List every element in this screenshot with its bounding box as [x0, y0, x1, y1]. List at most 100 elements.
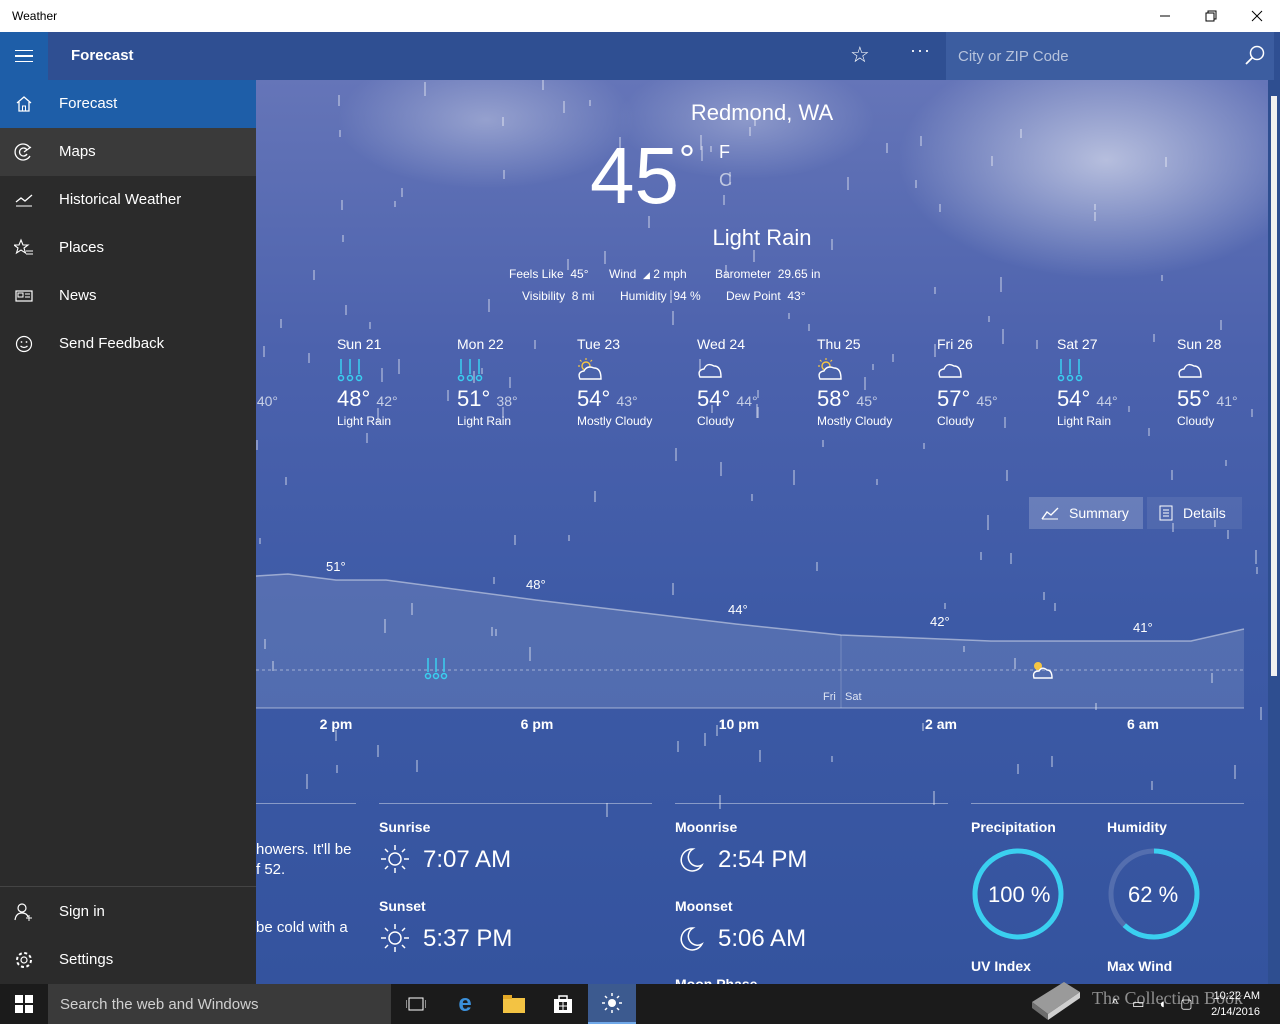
day-low: 45° [976, 393, 998, 409]
title-bar: Weather [0, 0, 1280, 32]
sidebar-item-historical-weather[interactable]: Historical Weather [0, 176, 256, 224]
raindrop [991, 156, 993, 166]
rain-icon [337, 359, 363, 382]
time-label: 2 pm [319, 716, 353, 732]
time-label: 6 pm [520, 716, 554, 732]
raindrop [915, 180, 917, 188]
raindrop [1165, 157, 1167, 167]
book-logo-icon [1032, 982, 1080, 1020]
scrollbar[interactable] [1268, 80, 1280, 984]
day-high: 54° [577, 386, 611, 411]
store-icon [554, 995, 572, 1013]
daily-forecast-day[interactable]: 0 40°unny [256, 336, 326, 428]
file-explorer-button[interactable] [490, 984, 538, 1024]
raindrop [1151, 781, 1153, 790]
raindrop [377, 745, 379, 757]
weather-app-button[interactable] [588, 984, 636, 1024]
raindrop [675, 448, 677, 461]
day-high: 58° [817, 386, 851, 411]
close-icon [1251, 10, 1263, 22]
taskbar-search-box[interactable]: Search the web and Windows [48, 984, 391, 1024]
raindrop [1094, 204, 1096, 210]
humidity-label: Humidity [1107, 819, 1167, 835]
unit-fahrenheit[interactable]: F [719, 142, 730, 163]
day-name: Fri 26 [937, 336, 973, 352]
day-temps: 55° 41° [1177, 386, 1268, 412]
sidebar-item-maps[interactable]: Maps [0, 128, 256, 176]
summary-button[interactable]: Summary [1029, 497, 1143, 529]
sidebar-item-places[interactable]: Places [0, 224, 256, 272]
windows-logo-icon [15, 995, 33, 1013]
edge-browser-button[interactable]: e [441, 984, 489, 1024]
restore-button[interactable] [1188, 0, 1234, 32]
raindrop [594, 491, 596, 502]
daily-forecast-day[interactable]: Sun 21 48° 42° Light Rain [337, 336, 447, 428]
start-button[interactable] [0, 984, 48, 1024]
daily-forecast-day[interactable]: Sat 27 54° 44° Light Rain [1057, 336, 1167, 428]
scrollbar-thumb[interactable] [1271, 96, 1277, 676]
cloud-icon [1178, 363, 1202, 378]
day-temps: 51° 38° [457, 386, 567, 412]
sidebar-item-news[interactable]: News [0, 272, 256, 320]
network-icon: ▭ [1132, 996, 1145, 1011]
system-tray[interactable]: ^ ▭ ◖ ▢ [1112, 996, 1193, 1012]
volume-icon: ◖ [1158, 996, 1167, 1011]
app-header: Forecast ☆ ··· City or ZIP Code [0, 32, 1280, 80]
raindrop [542, 80, 544, 90]
rain-icon [457, 359, 483, 382]
daily-forecast-day[interactable]: Sun 28 55° 41° Cloudy [1177, 336, 1268, 428]
raindrop [280, 319, 282, 328]
line-chart-icon [1041, 507, 1059, 520]
day-weather-icon [817, 358, 927, 384]
day-condition: Cloudy [1177, 414, 1215, 428]
day-weather-icon [937, 358, 1047, 384]
chevron-up-icon: ^ [1112, 996, 1119, 1011]
day-temps: 54° 43° [577, 386, 687, 412]
daily-forecast-day[interactable]: Tue 23 54° 43° Mostly Cloudy [577, 336, 687, 428]
max-wind-label: Max Wind [1107, 958, 1173, 974]
daily-forecast-day[interactable]: Mon 22 51° 38° Light Rain [457, 336, 567, 428]
close-button[interactable] [1234, 0, 1280, 32]
day-condition: Mostly Cloudy [577, 414, 653, 428]
day-low: 40° [256, 393, 278, 409]
search-box[interactable]: City or ZIP Code [946, 32, 1274, 80]
store-button[interactable] [539, 984, 587, 1024]
raindrop [753, 250, 755, 262]
sidebar-item-sign-in[interactable]: Sign in [0, 888, 256, 936]
daily-forecast-day[interactable]: Fri 26 57° 45° Cloudy [937, 336, 1047, 428]
search-input[interactable]: City or ZIP Code [958, 48, 1069, 65]
minimize-button[interactable] [1142, 0, 1188, 32]
details-list-icon [1159, 505, 1173, 521]
system-clock[interactable]: 10:22 AM 2/14/2016 [1211, 988, 1260, 1020]
day-condition: Mostly Cloudy [817, 414, 893, 428]
raindrop [313, 270, 315, 280]
sidebar-item-label: Sign in [59, 903, 105, 920]
favorite-star-icon[interactable]: ☆ [850, 42, 870, 68]
more-options-icon[interactable]: ··· [910, 40, 931, 61]
unit-celsius[interactable]: C [719, 170, 732, 191]
taskbar-search-input[interactable]: Search the web and Windows [60, 996, 258, 1013]
day-high: 55° [1177, 386, 1211, 411]
stat-humidity: Humidity 94 % [620, 289, 701, 303]
sidebar-item-forecast[interactable]: Forecast [0, 80, 256, 128]
hamburger-menu-button[interactable] [0, 32, 48, 80]
sidebar-item-send-feedback[interactable]: Send Feedback [0, 320, 256, 368]
radar-icon [14, 143, 32, 161]
details-button[interactable]: Details [1147, 497, 1242, 529]
raindrop [1000, 277, 1002, 292]
task-view-button[interactable] [392, 984, 440, 1024]
day-weather-icon [1057, 358, 1167, 384]
sidebar-item-label: Places [59, 239, 105, 256]
moonrise-label: Moonrise [675, 819, 738, 835]
search-icon[interactable] [1244, 44, 1266, 66]
rain-icon [1057, 359, 1083, 382]
raindrop [1006, 470, 1008, 481]
raindrop [256, 440, 258, 450]
raindrop [336, 765, 338, 773]
daily-forecast-day[interactable]: Wed 24 54° 44° Cloudy [697, 336, 807, 428]
sidebar-item-settings[interactable]: Settings [0, 936, 256, 984]
daily-forecast-day[interactable]: Thu 25 58° 45° Mostly Cloudy [817, 336, 927, 428]
smiley-icon [15, 335, 33, 353]
time-label: 2 am [925, 716, 957, 732]
raindrop [677, 741, 679, 752]
